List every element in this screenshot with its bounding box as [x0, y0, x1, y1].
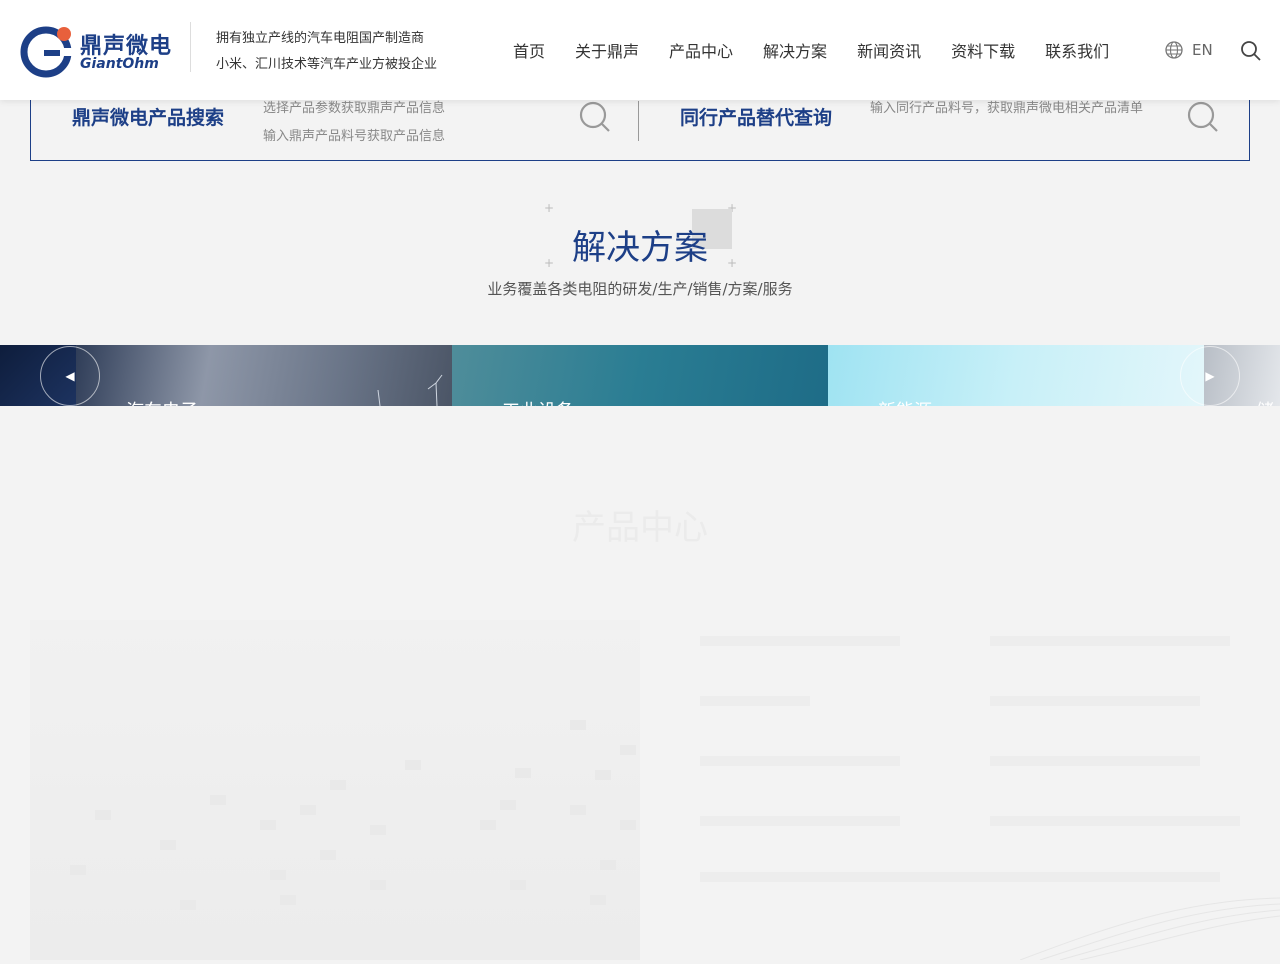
- solution-panel-new-energy[interactable]: 新能源: [828, 345, 1204, 406]
- logo-en-text: GiantOhm: [80, 56, 159, 72]
- logo-mark-icon: [20, 26, 74, 78]
- tagline: 拥有独立产线的汽车电阻国产制造商 小米、汇川技术等汽车产业方被投企业: [216, 26, 437, 78]
- nav-downloads[interactable]: 资料下载: [951, 38, 1015, 62]
- header-search-button[interactable]: [1240, 40, 1262, 66]
- solution-panel-automotive[interactable]: 汽车电子: [76, 345, 452, 406]
- text-placeholder: [700, 636, 900, 646]
- nav-solutions[interactable]: 解决方案: [763, 38, 827, 62]
- text-placeholder: [700, 872, 1220, 882]
- nav-about[interactable]: 关于鼎声: [575, 38, 639, 62]
- text-placeholder: [700, 816, 900, 826]
- solution-label: 汽车电子: [126, 397, 198, 406]
- text-placeholder: [990, 756, 1200, 766]
- product-search-button[interactable]: [579, 101, 611, 137]
- solutions-subtitle: 业务覆盖各类电阻的研发/生产/销售/方案/服务: [487, 280, 793, 298]
- nav-products[interactable]: 产品中心: [669, 38, 733, 62]
- solution-panel-industrial[interactable]: 工业设备: [452, 345, 828, 406]
- tagline-line-1: 拥有独立产线的汽车电阻国产制造商: [216, 31, 425, 46]
- nav-news[interactable]: 新闻资讯: [857, 38, 921, 62]
- arrow-left-icon: ◀: [65, 369, 75, 383]
- competitor-search-title[interactable]: 同行产品替代查询: [680, 103, 832, 130]
- text-placeholder: [700, 756, 900, 766]
- text-placeholder: [700, 696, 810, 706]
- magnifier-icon: [579, 101, 610, 132]
- nav-home[interactable]: 首页: [513, 38, 545, 62]
- solution-label: 新能源: [878, 397, 932, 406]
- logo[interactable]: 鼎声微电 GiantOhm: [20, 22, 171, 78]
- solution-label: 工业设备: [502, 397, 574, 406]
- products-title: 产品中心: [572, 508, 708, 548]
- scattered-chips-graphic: [70, 720, 636, 910]
- wind-turbine-icon: [377, 374, 443, 406]
- main-nav: 首页 关于鼎声 产品中心 解决方案 新闻资讯 资料下载 联系我们: [513, 38, 1139, 62]
- wave-lines-graphic: [1020, 897, 1280, 960]
- language-label: EN: [1192, 41, 1213, 59]
- search-icon: [1241, 41, 1261, 61]
- carousel-next-button[interactable]: ▶: [1180, 346, 1240, 406]
- nav-contact[interactable]: 联系我们: [1045, 38, 1109, 62]
- arrow-right-icon: ▶: [1205, 369, 1215, 383]
- globe-icon: [1165, 41, 1183, 59]
- site-header: 鼎声微电 GiantOhm 拥有独立产线的汽车电阻国产制造商 小米、汇川技术等汽…: [0, 0, 1280, 100]
- text-placeholder: [990, 636, 1230, 646]
- product-search-hint-2[interactable]: 输入鼎声产品料号获取产品信息: [263, 125, 445, 144]
- product-search-title[interactable]: 鼎声微电产品搜索: [72, 103, 224, 130]
- magnifier-icon: [1187, 101, 1218, 132]
- search-bar-divider: [638, 101, 639, 141]
- deco-plus: +: [544, 201, 555, 215]
- carousel-prev-button[interactable]: ◀: [40, 346, 100, 406]
- solution-label: 储: [1256, 397, 1274, 406]
- language-switch[interactable]: EN: [1164, 40, 1213, 60]
- solutions-title: 解决方案: [572, 228, 708, 268]
- products-image-placeholder: [30, 620, 640, 960]
- header-divider: [190, 22, 191, 72]
- solutions-carousel: 汽车电子 工业设备 新能源 储 ◀ ▶: [0, 345, 1280, 406]
- competitor-search-button[interactable]: [1187, 101, 1219, 137]
- text-placeholder: [990, 696, 1200, 706]
- tagline-line-2: 小米、汇川技术等汽车产业方被投企业: [216, 57, 438, 72]
- text-placeholder: [990, 816, 1240, 826]
